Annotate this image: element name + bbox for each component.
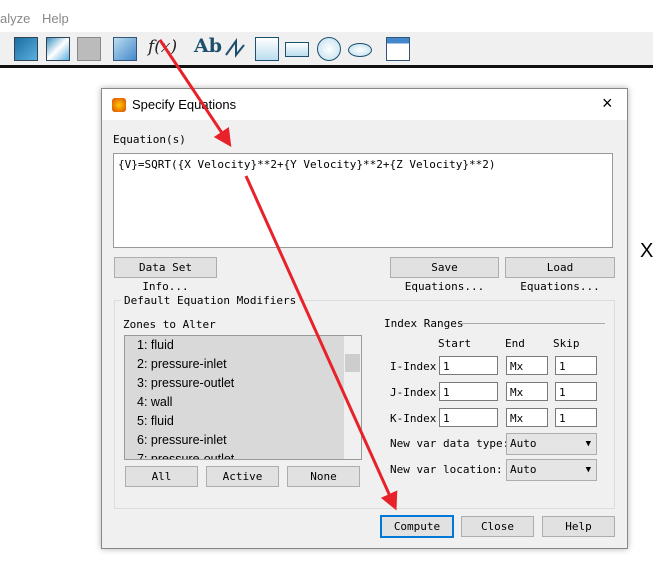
annotation-arrows — [158, 39, 398, 511]
arrow-to-equation — [158, 39, 232, 147]
arrow-to-compute — [244, 175, 398, 511]
